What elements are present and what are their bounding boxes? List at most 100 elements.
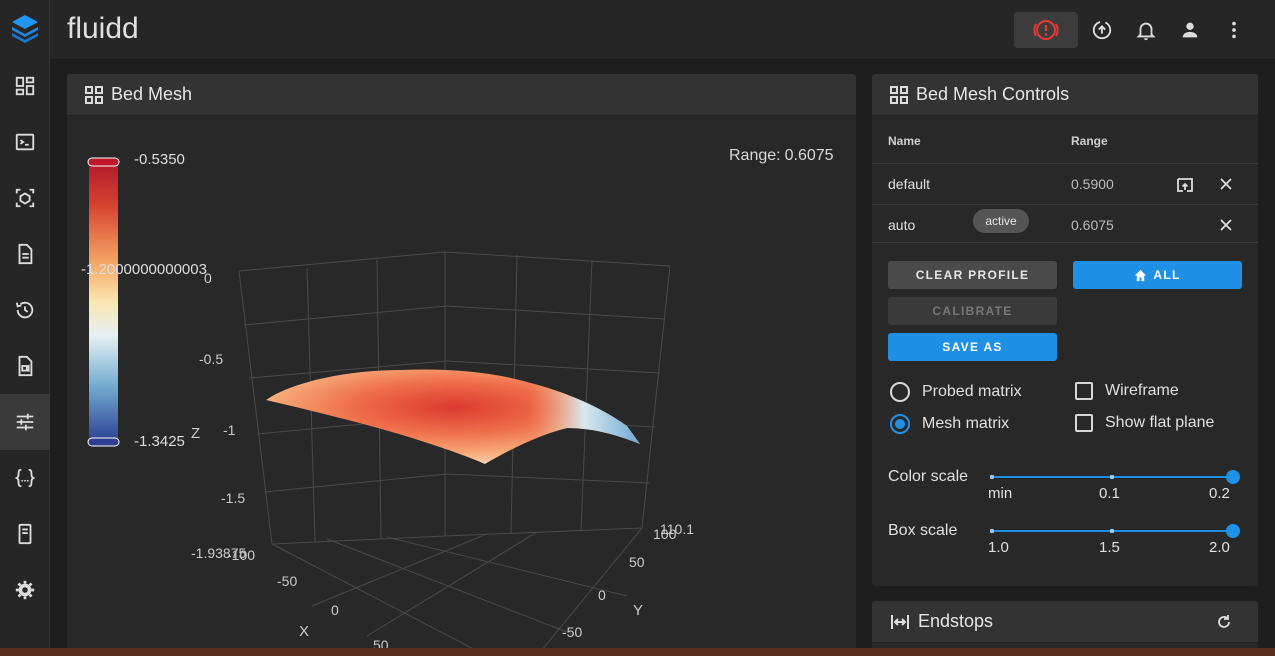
- save-as-button[interactable]: Save As: [888, 333, 1057, 361]
- x-axis-title: X: [299, 623, 309, 640]
- profile-name[interactable]: auto: [888, 217, 915, 233]
- delete-profile-button[interactable]: [1218, 176, 1234, 197]
- z-tick: -0.5: [199, 351, 223, 367]
- sidebar-item-settings[interactable]: [0, 562, 50, 618]
- box-scale-tick: 2.0: [1209, 539, 1230, 556]
- app-title: fluidd: [67, 12, 139, 45]
- colorbar: [89, 162, 118, 442]
- cube-scan-icon: [15, 188, 35, 208]
- more-menu-button[interactable]: [1222, 18, 1246, 42]
- gear-icon: [15, 580, 35, 600]
- history-icon: [15, 301, 34, 319]
- delete-profile-button[interactable]: [1218, 217, 1234, 238]
- bell-icon: [1136, 22, 1156, 41]
- grid-icon: [890, 85, 908, 104]
- notifications-button[interactable]: [1134, 18, 1158, 42]
- grid-icon: [85, 85, 103, 104]
- profile-name[interactable]: default: [888, 176, 930, 192]
- calibrate-button[interactable]: Calibrate: [888, 297, 1057, 325]
- sidebar-item-macros[interactable]: [0, 450, 50, 506]
- colorbar-bottom-handle[interactable]: [87, 437, 120, 447]
- colorbar-overlap-label: -1.2000000000003: [81, 261, 207, 278]
- color-scale-tick: 0.1: [1099, 485, 1120, 502]
- colorbar-top-handle[interactable]: [87, 157, 120, 167]
- topbar: fluidd: [50, 0, 1275, 60]
- emergency-stop-icon: [1033, 20, 1059, 40]
- bed-mesh-controls-card: Bed Mesh Controls Name Range default 0.5…: [872, 74, 1258, 586]
- sidebar-item-console[interactable]: [0, 114, 50, 170]
- dots-vertical-icon: [1232, 21, 1236, 39]
- x-tick: 50: [373, 637, 389, 648]
- clear-profile-button[interactable]: Clear Profile: [888, 261, 1057, 289]
- probed-matrix-radio[interactable]: [890, 382, 910, 402]
- bed-mesh-header[interactable]: Bed Mesh: [67, 74, 856, 116]
- color-scale-slider[interactable]: [990, 470, 1240, 484]
- profile-range: 0.5900: [1071, 176, 1114, 192]
- color-scale-thumb[interactable]: [1226, 470, 1240, 484]
- video-file-icon: [18, 355, 33, 377]
- sidebar-item-system[interactable]: [0, 506, 50, 562]
- tune-icon: [16, 413, 34, 431]
- box-scale-tick: 1.5: [1099, 539, 1120, 556]
- sidebar-item-timelapse[interactable]: [0, 338, 50, 394]
- wireframe-checkbox[interactable]: [1075, 382, 1093, 400]
- x-tick: -100: [227, 547, 255, 563]
- wireframe-option[interactable]: Wireframe: [1075, 382, 1179, 400]
- close-icon: [1220, 178, 1232, 190]
- open-in-app-icon: [1177, 178, 1193, 192]
- bed-mesh-controls-title: Bed Mesh Controls: [916, 84, 1070, 104]
- x-tick: -50: [277, 573, 297, 589]
- y-tick: 100: [653, 526, 677, 542]
- sidebar-item-files[interactable]: [0, 226, 50, 282]
- home-all-button[interactable]: All: [1073, 261, 1242, 289]
- bed-mesh-card: Bed Mesh Range: 0.6075 -0.5350 -1.3425 -…: [67, 74, 856, 648]
- home-icon: [1135, 269, 1147, 281]
- mesh-plot[interactable]: -0.5350 -1.3425 -1.2000000000003 0 -0.5 …: [67, 116, 856, 648]
- fluidd-logo[interactable]: [0, 0, 50, 60]
- flat-plane-option[interactable]: Show flat plane: [1075, 414, 1214, 432]
- flat-plane-label: Show flat plane: [1105, 414, 1215, 431]
- box-scale-tick: 1.0: [988, 539, 1009, 556]
- flat-plane-checkbox[interactable]: [1075, 414, 1093, 432]
- sidebar-item-dashboard[interactable]: [0, 58, 50, 114]
- sidebar-item-jobs[interactable]: [0, 170, 50, 226]
- bed-mesh-controls-header[interactable]: Bed Mesh Controls: [872, 74, 1258, 116]
- x-tick: 0: [331, 602, 339, 618]
- color-scale-tick: 0.2: [1209, 485, 1230, 502]
- bed-mesh-title: Bed Mesh: [111, 84, 193, 104]
- y-tick: -50: [562, 624, 582, 640]
- load-profile-button[interactable]: [1176, 176, 1194, 199]
- wireframe-label: Wireframe: [1105, 382, 1179, 399]
- probed-matrix-option[interactable]: Probed matrix: [890, 382, 1022, 402]
- console-icon: [15, 133, 35, 151]
- dashboard-icon: [15, 76, 35, 96]
- emergency-stop-button[interactable]: [1014, 12, 1078, 48]
- z-tick: 0: [204, 270, 212, 286]
- sidebar-item-tune[interactable]: [0, 394, 50, 450]
- column-header-range: Range: [1071, 134, 1108, 148]
- z-tick: -1.5: [221, 490, 245, 506]
- z-axis-title: Z: [191, 425, 200, 442]
- endstops-header[interactable]: Endstops: [872, 601, 1258, 643]
- file-list-icon: [18, 243, 33, 265]
- refresh-endstops-button[interactable]: [1216, 614, 1232, 635]
- box-scale-label: Box scale: [888, 522, 958, 539]
- upload-button[interactable]: [1090, 18, 1114, 42]
- code-braces-icon: [14, 468, 36, 488]
- box-scale-slider[interactable]: [990, 524, 1240, 538]
- arrow-expand-horizontal-icon: [891, 614, 909, 629]
- active-badge: active: [973, 209, 1029, 233]
- app-root: fluidd Bed Mesh Range: 0.6075 -0.5350 -1…: [0, 0, 1275, 648]
- user-icon: [1182, 22, 1198, 38]
- sidebar-item-history[interactable]: [0, 282, 50, 338]
- mesh-matrix-label: Mesh matrix: [922, 415, 1010, 432]
- box-scale-thumb[interactable]: [1226, 524, 1240, 538]
- colorbar-max-label: -0.5350: [134, 151, 185, 168]
- sidebar: [0, 0, 50, 648]
- user-button[interactable]: [1178, 18, 1202, 42]
- probed-matrix-label: Probed matrix: [922, 383, 1022, 400]
- mesh-matrix-option[interactable]: Mesh matrix: [890, 414, 1009, 434]
- y-axis-title: Y: [633, 602, 643, 619]
- logo-icon: [12, 15, 38, 43]
- mesh-matrix-radio[interactable]: [890, 414, 910, 434]
